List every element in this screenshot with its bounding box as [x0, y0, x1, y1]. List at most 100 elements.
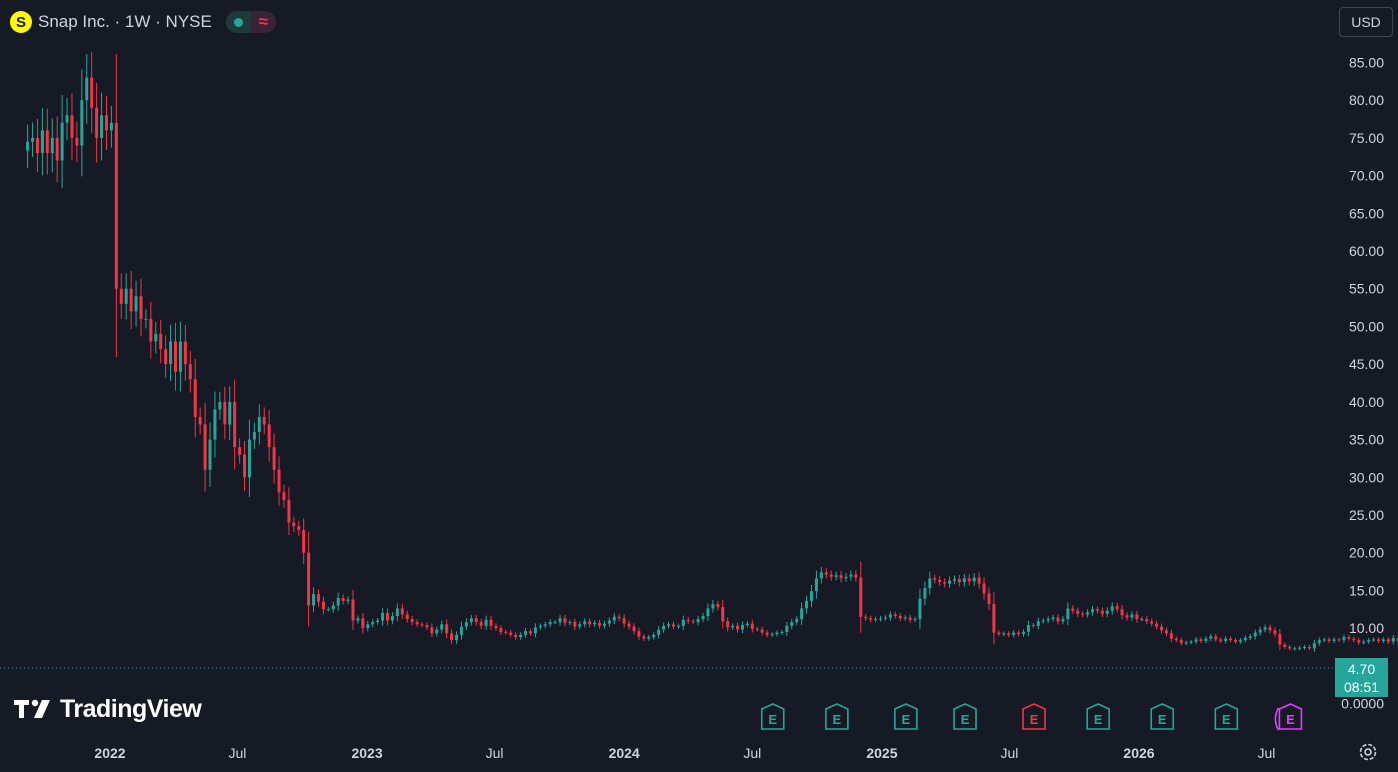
earnings-marker-icon[interactable]: E — [760, 703, 785, 730]
tradingview-wordmark: TradingView — [60, 694, 202, 723]
candle-body — [420, 624, 424, 626]
candle-body — [617, 616, 621, 619]
candle-body — [208, 439, 212, 470]
market-status-pill[interactable]: ≈ — [225, 11, 276, 33]
candles-layer — [26, 52, 1398, 652]
candle-body — [775, 632, 779, 635]
candle-body — [1051, 617, 1055, 620]
candle-body — [149, 318, 153, 342]
earnings-marker-icon[interactable]: E — [825, 703, 849, 730]
candle-body — [1160, 626, 1164, 631]
candle-body — [750, 623, 754, 629]
candle-body — [785, 625, 789, 632]
candle-body — [573, 622, 577, 627]
candle-body — [484, 619, 488, 626]
candle-body — [612, 616, 616, 621]
tradingview-logo[interactable]: TradingView — [14, 694, 202, 724]
earnings-marker-icon[interactable]: E — [1150, 703, 1175, 730]
y-tick-label: 15.00 — [1349, 582, 1384, 598]
candle-body — [1076, 610, 1080, 614]
candle-body — [109, 122, 113, 131]
candle-body — [583, 621, 587, 625]
earnings-marker-icon[interactable]: E — [1214, 703, 1239, 730]
candle-body — [1041, 620, 1045, 622]
candle-body — [129, 288, 133, 312]
candle-body — [795, 619, 799, 623]
x-tick-label: 2022 — [94, 745, 125, 761]
candle-body — [198, 416, 202, 425]
candle-body — [1253, 632, 1257, 637]
candle-body — [918, 598, 922, 620]
time-axis[interactable]: 2022 Jul 2023 Jul 2024 Jul 2025 Jul 2026 Jul — [94, 745, 1275, 761]
currency-button[interactable]: USD — [1339, 7, 1393, 37]
earnings-markers: EEEEEEEEE — [760, 703, 1303, 731]
earnings-marker-icon[interactable]: E — [1022, 703, 1046, 730]
axis-settings-icon[interactable] — [1357, 741, 1379, 763]
candle-body — [252, 432, 256, 440]
candle-body — [977, 577, 981, 584]
candle-body — [1204, 638, 1208, 641]
candle-body — [1169, 633, 1173, 639]
candle-body — [218, 401, 222, 410]
earnings-marker-icon[interactable]: E — [894, 703, 918, 730]
candle-body — [282, 492, 286, 500]
candle-body — [671, 624, 675, 627]
candle-body — [1332, 639, 1336, 641]
earnings-marker-icon[interactable]: E — [1086, 703, 1110, 730]
candle-body — [1017, 632, 1021, 635]
candle-body — [65, 115, 69, 123]
candle-body — [371, 622, 375, 625]
candle-body — [805, 600, 809, 609]
symbol-title[interactable]: Snap Inc. · 1W · NYSE — [38, 12, 212, 32]
candle-body — [302, 530, 306, 553]
bar-countdown: 08:51 — [1343, 678, 1380, 695]
candle-body — [538, 625, 542, 628]
candle-body — [228, 401, 232, 425]
candle-body — [1081, 613, 1085, 615]
y-tick-label: 55.00 — [1349, 281, 1384, 297]
candle-body — [740, 625, 744, 630]
candle-body — [1184, 642, 1188, 644]
price-axis[interactable]: 85.00 80.00 75.00 70.00 65.00 60.00 55.00 50.00… — [1341, 55, 1384, 712]
symbol-header[interactable]: S Snap Inc. · 1W · NYSE ≈ — [10, 9, 276, 35]
candle-body — [987, 593, 991, 604]
candle-body — [854, 574, 858, 578]
candle-body — [696, 619, 700, 623]
candle-body — [100, 115, 104, 138]
earnings-marker-icon[interactable]: E — [953, 703, 977, 730]
candle-body — [1381, 639, 1385, 641]
y-tick-label: 75.00 — [1349, 130, 1384, 146]
candle-body — [119, 288, 123, 304]
y-tick-label: 10.00 — [1349, 620, 1384, 636]
candle-body — [247, 439, 251, 478]
candle-body — [533, 627, 537, 634]
earnings-marker-icon[interactable]: E — [1274, 703, 1303, 731]
y-tick-label: 70.00 — [1349, 168, 1384, 184]
y-tick-label: 30.00 — [1349, 469, 1384, 485]
candle-body — [1155, 623, 1159, 627]
candle-body — [95, 107, 99, 138]
candle-body — [883, 617, 887, 619]
candle-body — [1007, 633, 1011, 635]
candle-body — [874, 619, 878, 621]
candle-body — [1164, 630, 1168, 634]
y-tick-label: 45.00 — [1349, 356, 1384, 372]
candle-body — [124, 288, 128, 304]
candle-body — [1091, 609, 1095, 613]
price-chart[interactable]: 85.00 80.00 75.00 70.00 65.00 60.00 55.00 50.00… — [0, 0, 1398, 772]
candle-body — [657, 629, 661, 635]
y-tick-label: 35.00 — [1349, 432, 1384, 448]
candle-body — [154, 333, 158, 342]
candle-body — [519, 634, 523, 638]
candle-body — [844, 576, 848, 579]
candle-body — [869, 618, 873, 620]
earnings-marker-label: E — [1030, 712, 1039, 727]
candle-body — [607, 620, 611, 624]
candle-body — [35, 137, 39, 153]
candle-body — [1140, 619, 1144, 621]
candle-body — [676, 625, 680, 627]
candle-body — [174, 341, 178, 372]
candle-body — [1238, 640, 1242, 642]
candle-body — [731, 625, 735, 628]
candle-body — [829, 574, 833, 577]
